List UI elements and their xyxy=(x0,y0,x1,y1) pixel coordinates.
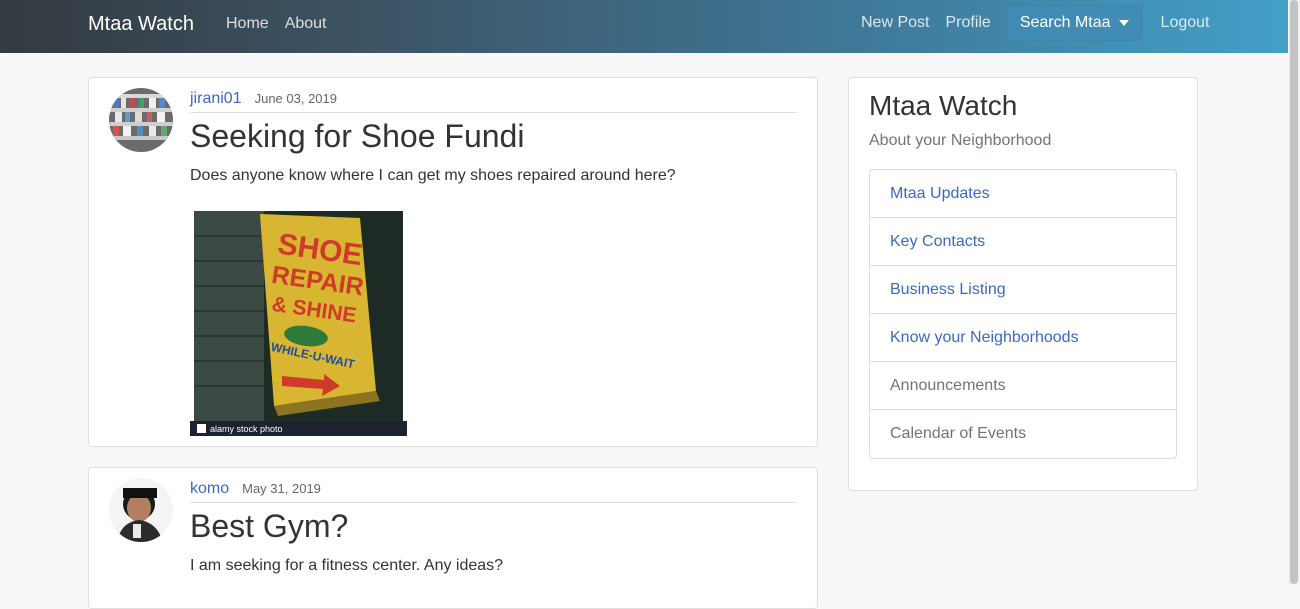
author-link[interactable]: jirani01 xyxy=(190,90,242,108)
post-card: jirani01 June 03, 2019 Seeking for Shoe … xyxy=(88,77,818,447)
nav-right: New Post Profile Search Mtaa Logout xyxy=(861,5,1225,41)
nav-about-link[interactable]: About xyxy=(285,15,327,33)
sidebar-item-know-your-neighborhoods[interactable]: Know your Neighborhoods xyxy=(870,314,1176,362)
post-image[interactable]: SHOE REPAIR & SHINE WHILE-U-WAIT alamy s… xyxy=(190,206,407,436)
avatar[interactable] xyxy=(109,478,173,542)
sidebar-list: Mtaa Updates Key Contacts Business Listi… xyxy=(869,169,1177,459)
post-body: Does anyone know where I can get my shoe… xyxy=(190,167,676,184)
brand-link[interactable]: Mtaa Watch xyxy=(88,13,194,36)
nav-logout-link[interactable]: Logout xyxy=(1161,14,1210,32)
sidebar-item-calendar-of-events[interactable]: Calendar of Events xyxy=(870,410,1176,458)
nav-home-link[interactable]: Home xyxy=(226,15,269,33)
post-date: June 03, 2019 xyxy=(254,91,337,106)
navbar: Mtaa Watch Home About New Post Profile S… xyxy=(0,0,1288,53)
nav-left: Home About xyxy=(226,15,327,33)
search-mtaa-dropdown[interactable]: Search Mtaa xyxy=(1006,5,1142,41)
sidebar-item-business-listing[interactable]: Business Listing xyxy=(870,266,1176,314)
caret-down-icon xyxy=(1118,20,1129,26)
sidebar-title: Mtaa Watch xyxy=(869,90,1018,121)
avatar[interactable] xyxy=(109,88,173,152)
sidebar-item-key-contacts[interactable]: Key Contacts xyxy=(870,218,1176,266)
post-body: I am seeking for a fitness center. Any i… xyxy=(190,557,504,574)
sidebar-subtitle: About your Neighborhood xyxy=(869,132,1052,149)
nav-profile-link[interactable]: Profile xyxy=(945,14,990,32)
svg-text:alamy stock photo: alamy stock photo xyxy=(210,424,283,434)
sidebar-item-announcements[interactable]: Announcements xyxy=(870,362,1176,410)
shoe-repair-sign-image: SHOE REPAIR & SHINE WHILE-U-WAIT alamy s… xyxy=(190,206,407,436)
sidebar-card: Mtaa Watch About your Neighborhood Mtaa … xyxy=(848,77,1198,491)
scrollbar-thumb[interactable] xyxy=(1290,0,1298,584)
author-link[interactable]: komo xyxy=(190,480,229,498)
post-card: komo May 31, 2019 Best Gym? I am seeking… xyxy=(88,467,818,609)
nav-new-post-link[interactable]: New Post xyxy=(861,14,929,32)
post-meta: komo May 31, 2019 xyxy=(190,480,797,503)
post-meta: jirani01 June 03, 2019 xyxy=(190,90,797,113)
search-mtaa-label: Search Mtaa xyxy=(1019,14,1111,31)
sidebar-item-mtaa-updates[interactable]: Mtaa Updates xyxy=(870,170,1176,218)
post-date: May 31, 2019 xyxy=(242,481,321,496)
post-title[interactable]: Best Gym? xyxy=(190,508,348,545)
page-scrollbar[interactable] xyxy=(1288,0,1300,584)
post-title[interactable]: Seeking for Shoe Fundi xyxy=(190,118,524,155)
